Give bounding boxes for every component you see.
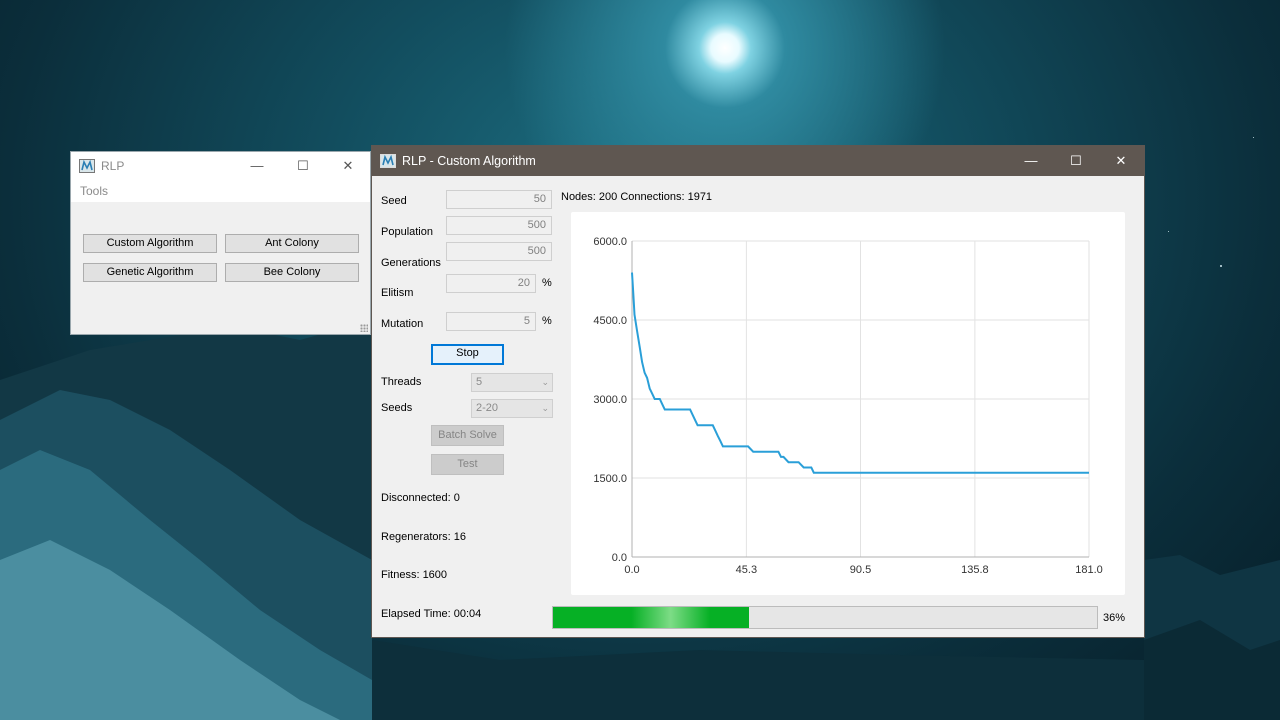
seeds-value: 2-20 (476, 402, 499, 414)
elitism-label: Elitism (381, 287, 414, 299)
star (1168, 231, 1169, 232)
maximize-button[interactable]: ☐ (280, 152, 326, 180)
window-title: RLP (101, 159, 125, 173)
app-icon (79, 159, 95, 173)
rlp-main-window[interactable]: RLP — ☐ ✕ Tools Custom Algorithm Ant Col… (70, 151, 371, 335)
menu-tools[interactable]: Tools (80, 184, 108, 198)
y-tick-label: 6000.0 (593, 236, 627, 248)
batch-solve-button[interactable]: Batch Solve (431, 425, 504, 446)
fitness-chart-panel: 0.0 45.3 90.5 135.8 181.0 0.0 1500.0 3000.0 4500… (571, 212, 1125, 595)
mutation-unit: % (542, 315, 552, 327)
title-bar[interactable]: RLP - Custom Algorithm — ☐ ✕ (372, 146, 1144, 176)
bee-colony-button[interactable]: Bee Colony (225, 263, 359, 282)
close-button[interactable]: ✕ (325, 152, 371, 180)
seed-input[interactable]: 50 (446, 190, 552, 209)
x-tick-label: 135.8 (961, 564, 989, 576)
y-tick-label: 1500.0 (593, 473, 627, 485)
threads-label: Threads (381, 376, 422, 388)
close-button[interactable]: ✕ (1098, 146, 1144, 176)
x-tick-label: 181.0 (1075, 564, 1103, 576)
title-bar[interactable]: RLP — ☐ ✕ (71, 152, 370, 180)
regenerators-stat: Regenerators: 16 (381, 531, 466, 543)
app-icon (380, 154, 396, 168)
y-tick-label: 3000.0 (593, 394, 627, 406)
elitism-unit: % (542, 277, 552, 289)
seeds-label: Seeds (381, 402, 413, 414)
seeds-select[interactable]: 2-20 ⌄ (471, 399, 553, 418)
fitness-stat: Fitness: 1600 (381, 569, 448, 581)
elapsed-time: Elapsed Time: 00:04 (381, 608, 482, 620)
x-tick-label: 0.0 (624, 564, 639, 576)
genetic-algorithm-button[interactable]: Genetic Algorithm (83, 263, 217, 282)
generations-input[interactable]: 500 (446, 242, 552, 261)
custom-algorithm-window[interactable]: RLP - Custom Algorithm — ☐ ✕ Seed 50 Pop… (371, 145, 1145, 638)
population-label: Population (381, 226, 433, 238)
generations-label: Generations (381, 257, 441, 269)
fitness-chart: 0.0 45.3 90.5 135.8 181.0 0.0 1500.0 3000.0 4500… (593, 236, 1103, 576)
resize-grip[interactable] (360, 324, 368, 332)
chevron-down-icon: ⌄ (541, 377, 549, 387)
minimize-button[interactable]: — (234, 152, 280, 180)
threads-value: 5 (476, 376, 483, 388)
y-tick-label: 4500.0 (593, 315, 627, 327)
mutation-label: Mutation (381, 318, 424, 330)
menu-bar: Tools (71, 180, 370, 202)
x-tick-label: 90.5 (850, 564, 871, 576)
elitism-input[interactable]: 20 (446, 274, 536, 293)
y-tick-label: 0.0 (612, 552, 627, 564)
ant-colony-button[interactable]: Ant Colony (225, 234, 359, 253)
progress-percent: 36% (1103, 612, 1126, 624)
minimize-button[interactable]: — (1008, 146, 1054, 176)
stop-button[interactable]: Stop (431, 344, 504, 365)
nodes-connections-info: Nodes: 200 Connections: 1971 (561, 191, 713, 203)
test-button[interactable]: Test (431, 454, 504, 475)
chevron-down-icon: ⌄ (541, 403, 549, 413)
threads-select[interactable]: 5 ⌄ (471, 373, 553, 392)
disconnected-stat: Disconnected: 0 (381, 492, 460, 504)
window-title: RLP - Custom Algorithm (402, 154, 536, 168)
progress-bar (552, 606, 1098, 629)
star (1253, 137, 1254, 138)
custom-algorithm-button[interactable]: Custom Algorithm (83, 234, 217, 253)
star (1220, 265, 1222, 267)
population-input[interactable]: 500 (446, 216, 552, 235)
mutation-input[interactable]: 5 (446, 312, 536, 331)
x-tick-label: 45.3 (736, 564, 757, 576)
maximize-button[interactable]: ☐ (1053, 146, 1099, 176)
progress-fill (553, 607, 749, 628)
seed-label: Seed (381, 195, 407, 207)
